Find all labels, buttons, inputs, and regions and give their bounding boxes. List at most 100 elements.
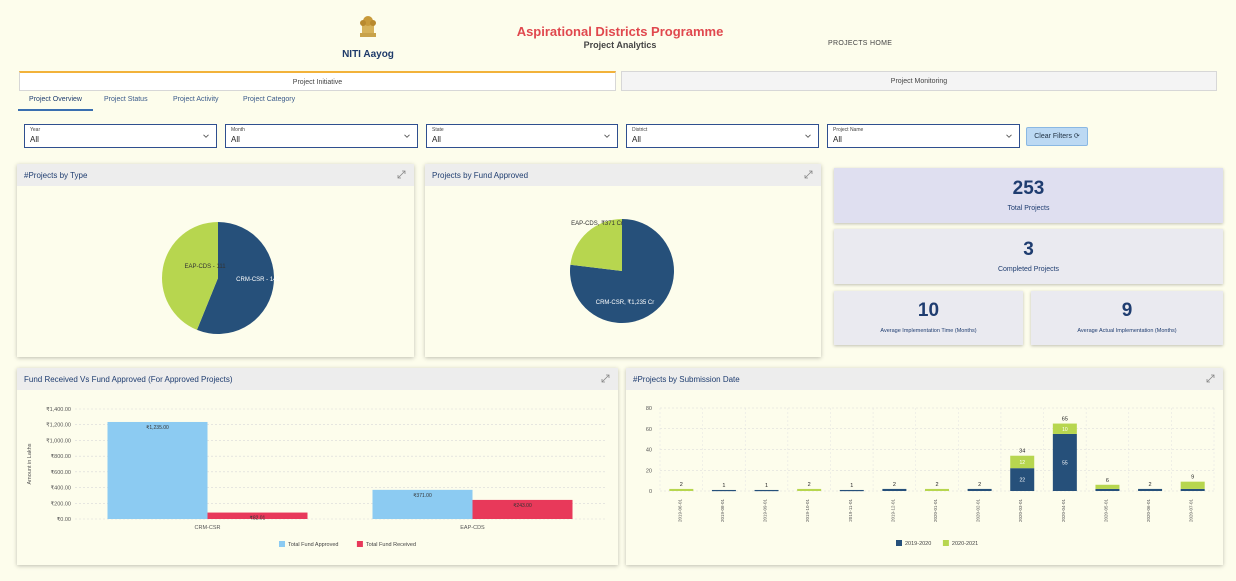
segment-value-label: 10 — [1062, 427, 1068, 433]
chevron-down-icon — [1006, 134, 1012, 138]
total-value-label: 2 — [808, 482, 811, 488]
y-tick-label: 0 — [649, 489, 652, 495]
tab-project-activity[interactable]: Project Activity — [173, 96, 219, 109]
clear-filters-button[interactable]: Clear Filters ⟳ — [1026, 127, 1088, 146]
y-tick-label: ₹1,400.00 — [46, 406, 71, 413]
expand-icon[interactable] — [804, 170, 813, 179]
slice-label: EAP-CDS - 111 — [184, 264, 226, 270]
kpi-label: Average Implementation Time (Months) — [880, 328, 977, 334]
stacked-bar-segment — [882, 488, 907, 491]
y-tick-label: ₹1,000.00 — [46, 437, 71, 444]
x-tick-label: 2019-06-01 — [677, 499, 682, 523]
tab-project-overview[interactable]: Project Overview — [18, 96, 93, 111]
legend-label: 2020-2021 — [952, 541, 978, 547]
filter-value: All — [231, 135, 240, 144]
stacked-bar-segment — [925, 488, 949, 491]
bar — [107, 421, 208, 519]
kpi-value: 9 — [1121, 300, 1133, 321]
tab-project-monitoring[interactable]: Project Monitoring — [621, 71, 1217, 91]
stacked-bar-segment — [754, 489, 779, 492]
stacked-bar-segment — [839, 489, 864, 492]
total-value-label: 2 — [935, 482, 938, 488]
x-tick-label: 2020-04-01 — [1061, 499, 1066, 523]
chevron-down-icon — [203, 134, 209, 138]
submission-date-bar-chart: 80 60 40 20 0 2 2019-06-01 1 2019-08-01 1 2019-09-… — [646, 406, 1215, 547]
y-tick-label: 80 — [646, 406, 652, 412]
bar-data-label: ₹371.00 — [413, 493, 432, 499]
kpi-value: 253 — [1012, 178, 1045, 199]
filter-label: Month — [231, 127, 245, 133]
project-name-filter[interactable]: Project Name All — [827, 124, 1020, 148]
avg-implementation-time-kpi: 10 Average Implementation Time (Months) — [834, 291, 1023, 345]
total-value-label: 34 — [1019, 449, 1025, 455]
y-tick-label: ₹1,200.00 — [46, 422, 71, 429]
expand-icon[interactable] — [397, 170, 406, 179]
tab-project-initiative[interactable]: Project Initiative — [19, 71, 616, 91]
total-value-label: 9 — [1191, 475, 1194, 481]
filter-value: All — [632, 135, 641, 144]
y-tick-label: 60 — [646, 427, 652, 433]
x-tick-label: 2019-09-01 — [763, 499, 768, 523]
bar-data-label: ₹243.00 — [513, 503, 532, 509]
card-header: #Projects by Submission Date — [626, 368, 1223, 390]
card-title: Projects by Fund Approved — [432, 171, 529, 180]
total-value-label: 2 — [978, 482, 981, 488]
district-filter[interactable]: District All — [626, 124, 819, 148]
stacked-bar-segment — [1180, 488, 1205, 491]
month-filter[interactable]: Month All — [225, 124, 418, 148]
x-tick-label: 2019-08-01 — [720, 499, 725, 523]
projects-by-fund-card: Projects by Fund Approved CRM-CSR, ₹1,23… — [425, 164, 821, 357]
total-value-label: 1 — [850, 483, 853, 489]
card-header: #Projects by Type — [17, 164, 414, 186]
legend-label: Total Fund Received — [366, 542, 416, 548]
card-header: Fund Received Vs Fund Approved (For Appr… — [17, 368, 618, 390]
kpi-value: 3 — [1023, 239, 1034, 260]
segment-value-label: 55 — [1062, 460, 1068, 466]
total-value-label: 2 — [1149, 482, 1152, 488]
chevron-down-icon — [604, 134, 610, 138]
total-value-label: 65 — [1062, 417, 1068, 423]
national-emblem-logo — [360, 16, 376, 37]
legend-swatch — [896, 540, 902, 546]
x-tick-label: 2020-07-01 — [1189, 499, 1194, 523]
page-subtitle: Project Analytics — [583, 40, 657, 50]
tab-project-status[interactable]: Project Status — [104, 96, 148, 109]
filter-label: Year — [30, 127, 41, 133]
segment-value-label: 12 — [1019, 460, 1025, 466]
state-filter[interactable]: State All — [426, 124, 618, 148]
x-tick-label: EAP-CDS — [460, 525, 485, 531]
x-tick-label: CRM-CSR — [195, 525, 221, 531]
projects-home-link[interactable]: PROJECTS HOME — [828, 40, 892, 47]
pie-chart-fund: CRM-CSR, ₹1,235 Cr EAP-CDS, ₹371 Cr — [570, 219, 674, 323]
app-header: NITI Aayog Aspirational Districts Progra… — [0, 0, 1236, 66]
expand-icon[interactable] — [1206, 374, 1215, 383]
kpi-label: Completed Projects — [997, 266, 1060, 273]
fund-received-vs-approved-card: Fund Received Vs Fund Approved (For Appr… — [17, 368, 618, 565]
stacked-bar-segment — [967, 488, 992, 491]
year-filter[interactable]: Year All — [24, 124, 217, 148]
kpi-label: Total Projects — [1007, 205, 1050, 212]
segment-value-label: 22 — [1019, 478, 1025, 484]
card-title: Fund Received Vs Fund Approved (For Appr… — [24, 375, 233, 384]
filter-label: District — [632, 127, 648, 133]
avg-actual-implementation-kpi: 9 Average Actual Implementation (Months) — [1031, 291, 1223, 345]
kpi-label: Average Actual Implementation (Months) — [1077, 328, 1177, 334]
x-tick-label: 2020-06-01 — [1146, 499, 1151, 523]
pie-chart-type: CRM-CSR - 142 EAP-CDS - 111 — [162, 222, 280, 334]
x-tick-label: 2020-01-01 — [933, 499, 938, 523]
total-value-label: 1 — [722, 483, 725, 489]
expand-icon[interactable] — [601, 374, 610, 383]
page-title: Aspirational Districts Programme — [516, 24, 724, 39]
y-tick-label: ₹800.00 — [51, 453, 71, 460]
stacked-bar-segment — [1095, 488, 1120, 491]
stacked-bar-segment — [797, 488, 822, 491]
fund-bar-chart: ₹1,400.00 ₹1,200.00 ₹1,000.00 ₹800.00 ₹600.0… — [27, 406, 605, 548]
legend-swatch — [356, 541, 363, 547]
slice-label: CRM-CSR - 142 — [236, 277, 280, 283]
legend-label: 2019-2020 — [905, 541, 931, 547]
tab-project-category[interactable]: Project Category — [243, 96, 295, 109]
y-tick-label: ₹600.00 — [51, 469, 71, 476]
card-title: #Projects by Type — [24, 171, 88, 180]
total-projects-kpi: 253 Total Projects — [834, 168, 1223, 223]
legend-swatch — [279, 541, 285, 547]
